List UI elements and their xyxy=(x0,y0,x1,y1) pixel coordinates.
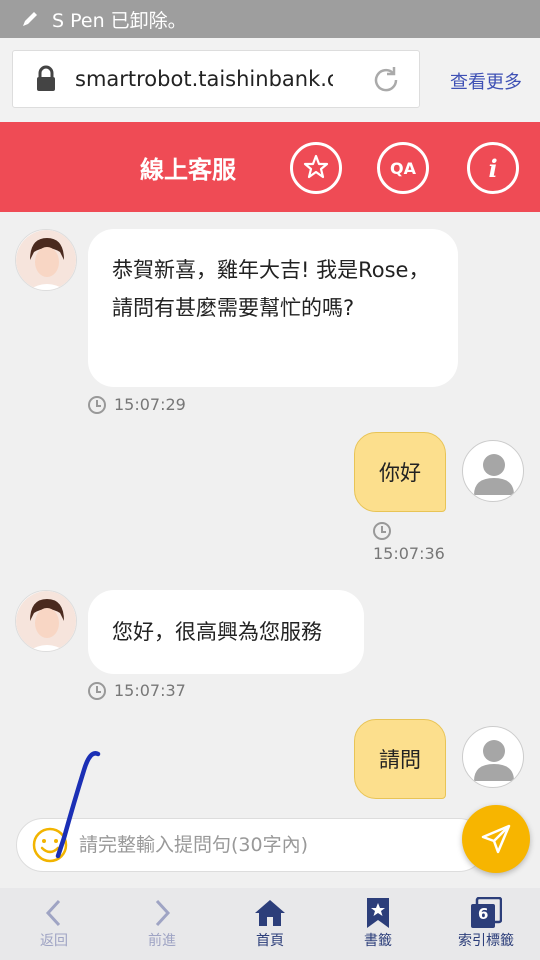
message-input-bar xyxy=(16,818,486,872)
user-message-text: 請問 xyxy=(379,748,421,772)
bot-message-bubble: 恭賀新喜，雞年大吉! 我是Rose，請問有甚麼需要幫忙的嗎? xyxy=(88,229,458,387)
timestamp-text: 15:07:37 xyxy=(114,681,186,700)
home-icon xyxy=(255,900,285,926)
clock-icon xyxy=(88,395,106,414)
url-text[interactable]: smartrobot.taishinbank.com.tw xyxy=(75,67,333,91)
agent-face-icon xyxy=(16,230,76,290)
reload-icon[interactable] xyxy=(369,63,403,97)
nav-back[interactable]: 返回 xyxy=(0,888,108,960)
browser-bottom-nav: 返回 前進 首頁 書籤 6 索引標籤 xyxy=(0,888,540,960)
page-title: 線上客服 xyxy=(140,156,236,184)
user-message-bubble: 請問 xyxy=(354,719,446,799)
message-timestamp: 15:07:36 xyxy=(373,522,445,563)
chevron-left-icon xyxy=(45,899,61,927)
nav-back-label: 返回 xyxy=(40,933,68,949)
lock-icon xyxy=(37,65,55,91)
clock-icon xyxy=(88,681,106,700)
info-button[interactable]: i xyxy=(467,142,519,194)
emoji-icon[interactable] xyxy=(31,826,69,864)
tab-count: 6 xyxy=(478,905,489,923)
nav-tabs[interactable]: 6 索引標籤 xyxy=(432,888,540,960)
user-avatar xyxy=(462,440,524,502)
user-message-text: 你好 xyxy=(379,461,421,485)
status-text: S Pen 已卸除。 xyxy=(52,9,187,32)
timestamp-text: 15:07:36 xyxy=(373,544,445,563)
message-input[interactable] xyxy=(79,834,439,856)
clock-icon xyxy=(373,522,391,540)
send-button[interactable] xyxy=(462,805,530,873)
chat-header: 線上客服 QA i xyxy=(0,122,540,212)
bot-message-text: 恭賀新喜，雞年大吉! 我是Rose，請問有甚麼需要幫忙的嗎? xyxy=(112,258,430,320)
status-bar: S Pen 已卸除。 xyxy=(0,0,540,38)
nav-forward-label: 前進 xyxy=(148,933,176,949)
bot-avatar xyxy=(15,590,77,652)
nav-bookmarks-label: 書籤 xyxy=(364,933,392,949)
nav-home-label: 首頁 xyxy=(256,933,284,949)
info-icon: i xyxy=(488,153,498,183)
nav-forward[interactable]: 前進 xyxy=(108,888,216,960)
chat-log: 恭賀新喜，雞年大吉! 我是Rose，請問有甚麼需要幫忙的嗎? 15:07:29 … xyxy=(0,212,540,812)
paper-plane-icon xyxy=(481,824,511,854)
view-more-link[interactable]: 查看更多 xyxy=(450,68,522,94)
chevron-right-icon xyxy=(155,899,171,927)
address-bar[interactable]: smartrobot.taishinbank.com.tw xyxy=(12,50,420,108)
qa-button[interactable]: QA xyxy=(377,142,429,194)
person-icon xyxy=(474,454,514,495)
agent-face-icon xyxy=(16,591,76,651)
user-avatar xyxy=(462,726,524,788)
bot-message-text: 您好，很高興為您服務 xyxy=(112,620,322,644)
bookmark-icon xyxy=(367,898,389,928)
bot-message-bubble: 您好，很高興為您服務 xyxy=(88,590,364,674)
nav-home[interactable]: 首頁 xyxy=(216,888,324,960)
nav-bookmarks[interactable]: 書籤 xyxy=(324,888,432,960)
bot-avatar xyxy=(15,229,77,291)
user-message-bubble: 你好 xyxy=(354,432,446,512)
favorite-star-button[interactable] xyxy=(290,142,342,194)
message-timestamp: 15:07:37 xyxy=(88,681,186,700)
nav-tabs-label: 索引標籤 xyxy=(458,933,514,949)
timestamp-text: 15:07:29 xyxy=(114,395,186,414)
star-hand-icon xyxy=(303,154,329,179)
message-timestamp: 15:07:29 xyxy=(88,395,186,414)
qa-label: QA xyxy=(390,158,416,178)
pen-icon xyxy=(23,12,37,26)
person-icon xyxy=(474,740,514,781)
browser-toolbar: smartrobot.taishinbank.com.tw 查看更多 xyxy=(0,38,540,122)
